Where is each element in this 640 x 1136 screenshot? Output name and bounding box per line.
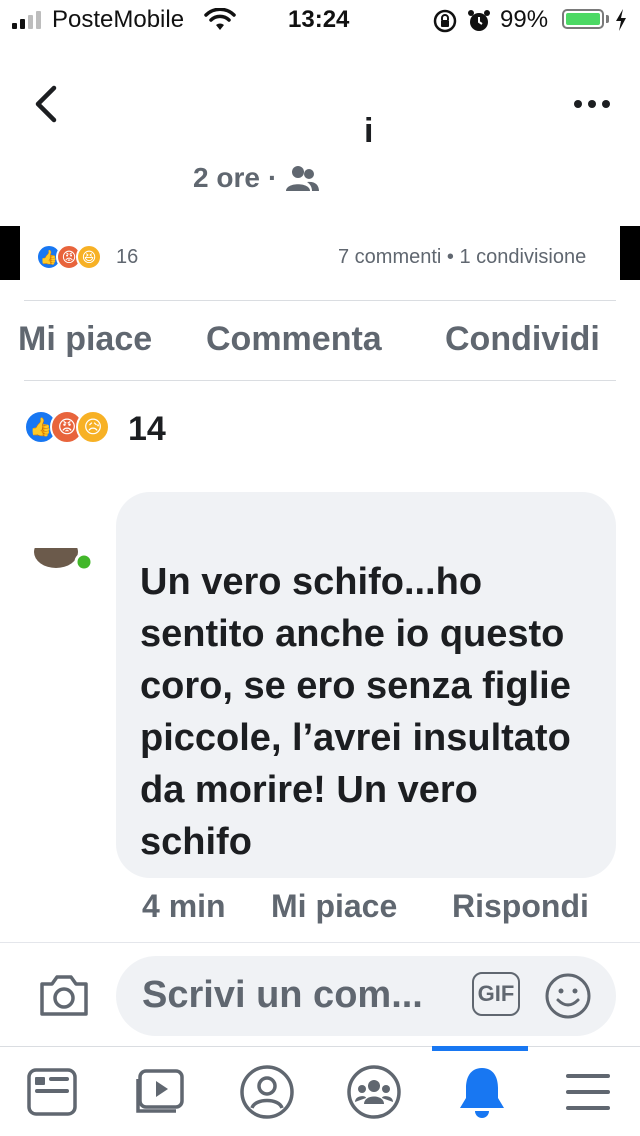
divider [0,1046,640,1047]
camera-icon[interactable] [38,972,90,1018]
comment-reaction-icons[interactable]: 👍 😡 😥 [24,410,110,444]
divider [24,300,616,301]
battery-icon [562,9,604,29]
profile-icon [240,1065,294,1119]
active-tab-indicator [432,1046,528,1051]
post-time[interactable]: 2 ore [193,162,260,194]
avatar[interactable] [34,548,94,572]
battery-level [566,13,600,25]
right-edge-bar [620,226,640,280]
rotation-lock-icon [433,9,457,33]
reaction-icons[interactable]: 👍 😡 😆 [36,244,102,270]
more-options-icon[interactable] [570,92,614,116]
battery-tip [606,15,609,23]
notifications-icon [460,1068,504,1118]
tab-groups[interactable] [344,1062,404,1122]
carrier-name: PosteMobile [52,6,185,33]
left-edge-bar [0,226,20,280]
comment-time: 4 min [142,888,226,924]
share-button[interactable]: Condividi [445,320,600,359]
comment-input-placeholder[interactable]: Scrivi un com... [142,974,423,1017]
battery-percent: 99% [500,6,549,33]
haha-reaction-icon: 😆 [76,244,102,270]
status-bar: PosteMobile 13:24 99% [0,0,640,42]
signal-icon [12,11,41,29]
menu-icon [566,1074,610,1110]
tab-video[interactable] [130,1062,190,1122]
divider [24,380,616,381]
video-icon [136,1069,184,1113]
gif-button[interactable]: GIF [472,972,520,1016]
comment-button[interactable]: Commenta [206,320,382,359]
tab-news-feed[interactable] [22,1062,82,1122]
comment-reaction-count[interactable]: 14 [128,410,166,449]
friends-icon [286,166,320,191]
divider [0,942,640,943]
reaction-count[interactable]: 16 [116,246,138,269]
news-feed-icon [27,1068,77,1116]
tab-notifications[interactable] [452,1062,512,1122]
emoji-icon[interactable] [544,972,592,1020]
comment-text: Un vero schifo...ho sentito anche io que… [140,561,571,863]
comment-reply-button[interactable]: Rispondi [452,888,589,925]
like-button[interactable]: Mi piace [18,320,152,359]
sad-reaction-icon: 😥 [76,410,110,444]
alarm-icon [468,10,490,31]
comment-like-button[interactable]: Mi piace [271,888,397,925]
meta-separator: · [267,162,278,193]
charging-icon [616,9,626,31]
groups-icon [347,1065,401,1119]
wifi-icon [204,8,236,30]
tab-profile[interactable] [237,1062,297,1122]
author-name[interactable]: i [364,112,373,151]
clock: 13:24 [288,6,350,33]
tab-menu[interactable] [558,1062,618,1122]
post-meta: 2 ore · [193,162,320,194]
comments-shares-count[interactable]: 7 commenti • 1 condivisione [338,246,586,269]
back-icon[interactable] [30,84,66,124]
